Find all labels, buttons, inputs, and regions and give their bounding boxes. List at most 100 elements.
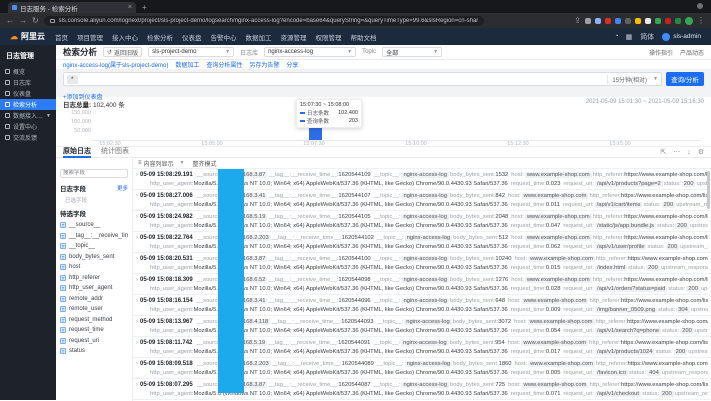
top-nav-item[interactable]: 首页: [55, 32, 68, 42]
bell-icon[interactable]: ◔: [614, 33, 618, 41]
top-nav-item[interactable]: 数据加工: [246, 32, 272, 42]
expand-icon[interactable]: ›: [136, 382, 138, 388]
top-nav-item[interactable]: 权限管理: [316, 32, 342, 42]
back-icon[interactable]: ←: [6, 13, 14, 28]
tab-原始日志[interactable]: 原始日志: [63, 147, 91, 158]
tab-统计图表[interactable]: 统计图表: [101, 147, 129, 158]
expand-icon[interactable]: ›: [136, 319, 138, 325]
log-rows: ›05-09 15:08:29.191__source__:192.168.3.…: [133, 169, 711, 401]
field-item[interactable]: T__source__: [60, 220, 128, 231]
expand-icon[interactable]: ›: [136, 256, 138, 262]
extension-icon[interactable]: [625, 18, 631, 24]
extension-icon[interactable]: [615, 18, 621, 24]
sidebar-item-检索分析[interactable]: 检索分析: [0, 99, 56, 110]
extension-icon[interactable]: [655, 18, 661, 24]
ellipsis-icon[interactable]: ⋯: [673, 148, 680, 157]
gear-icon[interactable]: ⚙: [698, 148, 704, 157]
field-item[interactable]: Tstatus: [60, 346, 128, 357]
sidebar-item-设置中心[interactable]: 设置中心: [0, 121, 56, 132]
sidebar-item-仪表盘[interactable]: 仪表盘: [0, 88, 56, 99]
extension-icon[interactable]: [585, 18, 591, 24]
time-range-select[interactable]: 15分钟(相对)▼: [607, 75, 658, 84]
user-menu[interactable]: sls-admin: [662, 33, 701, 41]
field-item[interactable]: Tremote_user: [60, 304, 128, 315]
field-item[interactable]: Thttp_user_agent: [60, 283, 128, 294]
header-right-link[interactable]: 操作指引: [649, 48, 673, 57]
expand-icon[interactable]: ›: [136, 340, 138, 346]
query-token: *: [67, 75, 78, 84]
logstore-action-link[interactable]: 另存为告警: [249, 60, 279, 69]
log-key: http_referer:: [593, 277, 625, 283]
log-value: 1620544107: [338, 193, 370, 199]
top-nav-item[interactable]: 仪表盘: [182, 32, 202, 42]
search-button[interactable]: 查询/分析: [666, 72, 704, 86]
expand-icon[interactable]: ›: [136, 277, 138, 283]
field-item[interactable]: Tbody_bytes_sent: [60, 252, 128, 263]
logstore-select[interactable]: nginx-access-log▼: [264, 47, 356, 57]
top-nav-item[interactable]: 检索分析: [147, 32, 173, 42]
extension-icon[interactable]: [605, 18, 611, 24]
expand-icon[interactable]: ›: [136, 361, 138, 367]
expand-icon[interactable]: ⇱: [660, 148, 666, 157]
log-value: www.example-shop.com: [525, 235, 592, 241]
brand-logo[interactable]: ☁ 阿里云: [10, 31, 45, 42]
extension-icon[interactable]: [665, 18, 671, 24]
expand-icon[interactable]: ›: [136, 298, 138, 304]
header-right-link[interactable]: 产品动态: [680, 48, 704, 57]
field-item[interactable]: T__tag__:__receive_time__: [60, 231, 128, 242]
expand-icon[interactable]: ›: [136, 172, 138, 178]
reload-icon[interactable]: ↻: [32, 13, 39, 28]
extension-icon[interactable]: [675, 18, 681, 24]
grid-icon[interactable]: ▦: [626, 33, 633, 41]
logstore-action-link[interactable]: 分享: [286, 60, 298, 69]
sidebar-item-交流反馈[interactable]: 交流反馈: [0, 132, 56, 143]
locale-switch[interactable]: 简体: [640, 32, 654, 42]
top-nav-item[interactable]: 接入中心: [112, 32, 138, 42]
field-item[interactable]: Thttp_referer: [60, 273, 128, 284]
expand-icon[interactable]: ›: [136, 193, 138, 199]
extension-icon[interactable]: [595, 18, 601, 24]
extension-icon[interactable]: [635, 18, 641, 24]
topic-select[interactable]: 全部▼: [382, 47, 442, 57]
new-tab-icon[interactable]: +: [142, 2, 147, 13]
extension-icon[interactable]: [645, 18, 651, 24]
log-value: /index.html: [595, 265, 627, 271]
field-item[interactable]: Trequest_uri: [60, 336, 128, 347]
field-item[interactable]: Thost: [60, 262, 128, 273]
expand-icon[interactable]: ›: [136, 235, 138, 241]
project-select[interactable]: sls-project-demo▼: [148, 47, 234, 57]
field-item[interactable]: Tremote_addr: [60, 294, 128, 305]
vertical-scrollbar[interactable]: [707, 171, 710, 209]
logstore-link[interactable]: nginx-access-log(属于sls-project-demo): [63, 60, 168, 69]
log-time: 05-09 15:08:22.764: [140, 235, 193, 241]
field-item[interactable]: Trequest_method: [60, 315, 128, 326]
download-icon[interactable]: ↓: [687, 148, 691, 157]
back-to-old-chip[interactable]: ↺返回旧版: [103, 47, 142, 57]
log-value: 1620544091: [338, 340, 370, 346]
column-display-control[interactable]: ≡内容列显示▼: [138, 159, 184, 168]
top-nav-item[interactable]: 项目管理: [77, 32, 103, 42]
field-item[interactable]: Trequest_time: [60, 325, 128, 336]
forward-icon[interactable]: →: [19, 13, 27, 28]
tab-close-icon[interactable]: ×: [128, 4, 132, 11]
query-input[interactable]: * 15分钟(相对)▼: [63, 72, 662, 86]
quick-more-link[interactable]: 更多: [117, 184, 128, 192]
window-button-icon[interactable]: [697, 3, 703, 9]
top-nav-item[interactable]: 帮助文档: [351, 32, 377, 42]
sidebar-item-概览[interactable]: 概览: [0, 66, 56, 77]
field-item[interactable]: T__topic__: [60, 241, 128, 252]
logstore-action-link[interactable]: 数据加工: [175, 60, 199, 69]
share-icon[interactable]: ⇪: [574, 13, 581, 28]
expand-icon[interactable]: ›: [136, 214, 138, 220]
field-search-input[interactable]: [60, 169, 128, 178]
top-nav-item[interactable]: 资源管理: [281, 32, 307, 42]
url-field[interactable]: sls.console.aliyun.com/lognext/project/s…: [44, 16, 484, 26]
browser-menu-icon[interactable]: ⋮: [697, 13, 705, 28]
wrap-mode-control[interactable]: 整齐模式: [192, 159, 216, 168]
sidebar-item-数据接入管理[interactable]: 数据接入管理▼: [0, 110, 56, 121]
logstore-action-link[interactable]: 查询分析属性: [206, 60, 242, 69]
top-nav-item[interactable]: 告警中心: [211, 32, 237, 42]
browser-profile-avatar[interactable]: [685, 17, 693, 25]
browser-tab[interactable]: 日志服务 - 检索分析 ×: [8, 2, 136, 13]
sidebar-item-日志库[interactable]: 日志库: [0, 77, 56, 88]
